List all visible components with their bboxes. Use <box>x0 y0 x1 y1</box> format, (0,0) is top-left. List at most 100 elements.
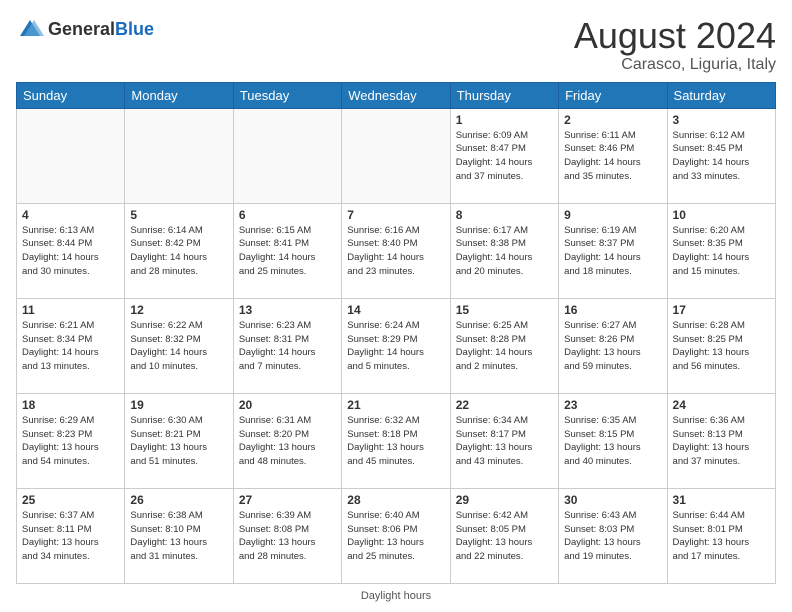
day-info: Sunrise: 6:15 AM Sunset: 8:41 PM Dayligh… <box>239 224 336 279</box>
day-info: Sunrise: 6:37 AM Sunset: 8:11 PM Dayligh… <box>22 509 119 564</box>
day-number: 27 <box>239 493 336 507</box>
col-header-friday: Friday <box>559 82 667 108</box>
col-header-saturday: Saturday <box>667 82 775 108</box>
day-info: Sunrise: 6:38 AM Sunset: 8:10 PM Dayligh… <box>130 509 227 564</box>
calendar-cell: 30 Sunrise: 6:43 AM Sunset: 8:03 PM Dayli… <box>559 488 667 583</box>
calendar-week-3: 18 Sunrise: 6:29 AM Sunset: 8:23 PM Dayli… <box>17 393 776 488</box>
day-number: 11 <box>22 303 119 317</box>
day-info: Sunrise: 6:36 AM Sunset: 8:13 PM Dayligh… <box>673 414 770 469</box>
day-number: 8 <box>456 208 553 222</box>
calendar-cell: 6Sunrise: 6:15 AM Sunset: 8:41 PM Daylig… <box>233 203 341 298</box>
calendar-cell: 27 Sunrise: 6:39 AM Sunset: 8:08 PM Dayli… <box>233 488 341 583</box>
day-info: Sunrise: 6:44 AM Sunset: 8:01 PM Dayligh… <box>673 509 770 564</box>
calendar-cell: 29 Sunrise: 6:42 AM Sunset: 8:05 PM Dayli… <box>450 488 558 583</box>
day-number: 10 <box>673 208 770 222</box>
day-number: 23 <box>564 398 661 412</box>
calendar-cell: 12 Sunrise: 6:22 AM Sunset: 8:32 PM Dayli… <box>125 298 233 393</box>
day-number: 21 <box>347 398 444 412</box>
calendar-cell: 2 Sunrise: 6:11 AM Sunset: 8:46 PM Daylig… <box>559 108 667 203</box>
day-number: 20 <box>239 398 336 412</box>
calendar-cell: 9Sunrise: 6:19 AM Sunset: 8:37 PM Daylig… <box>559 203 667 298</box>
subtitle: Carasco, Liguria, Italy <box>574 56 776 74</box>
calendar-cell: 17 Sunrise: 6:28 AM Sunset: 8:25 PM Dayli… <box>667 298 775 393</box>
day-info: Sunrise: 6:23 AM Sunset: 8:31 PM Dayligh… <box>239 319 336 374</box>
day-number: 25 <box>22 493 119 507</box>
logo-general: General <box>48 19 115 39</box>
calendar-cell: 20 Sunrise: 6:31 AM Sunset: 8:20 PM Dayli… <box>233 393 341 488</box>
day-info: Sunrise: 6:21 AM Sunset: 8:34 PM Dayligh… <box>22 319 119 374</box>
day-info: Sunrise: 6:24 AM Sunset: 8:29 PM Dayligh… <box>347 319 444 374</box>
main-title: August 2024 <box>574 16 776 56</box>
calendar-cell: 31 Sunrise: 6:44 AM Sunset: 8:01 PM Dayli… <box>667 488 775 583</box>
day-info: Sunrise: 6:34 AM Sunset: 8:17 PM Dayligh… <box>456 414 553 469</box>
day-info: Sunrise: 6:29 AM Sunset: 8:23 PM Dayligh… <box>22 414 119 469</box>
day-info: Sunrise: 6:42 AM Sunset: 8:05 PM Dayligh… <box>456 509 553 564</box>
header: GeneralBlue August 2024 Carasco, Liguria… <box>16 16 776 74</box>
day-info: Sunrise: 6:43 AM Sunset: 8:03 PM Dayligh… <box>564 509 661 564</box>
day-number: 2 <box>564 113 661 127</box>
calendar-cell: 10 Sunrise: 6:20 AM Sunset: 8:35 PM Dayli… <box>667 203 775 298</box>
day-info: Sunrise: 6:40 AM Sunset: 8:06 PM Dayligh… <box>347 509 444 564</box>
day-number: 12 <box>130 303 227 317</box>
calendar-cell: 21 Sunrise: 6:32 AM Sunset: 8:18 PM Dayli… <box>342 393 450 488</box>
day-number: 22 <box>456 398 553 412</box>
calendar-cell: 5Sunrise: 6:14 AM Sunset: 8:42 PM Daylig… <box>125 203 233 298</box>
calendar-cell: 25 Sunrise: 6:37 AM Sunset: 8:11 PM Dayli… <box>17 488 125 583</box>
day-info: Sunrise: 6:17 AM Sunset: 8:38 PM Dayligh… <box>456 224 553 279</box>
calendar-cell: 4Sunrise: 6:13 AM Sunset: 8:44 PM Daylig… <box>17 203 125 298</box>
day-number: 4 <box>22 208 119 222</box>
day-info: Sunrise: 6:28 AM Sunset: 8:25 PM Dayligh… <box>673 319 770 374</box>
calendar-cell: 18 Sunrise: 6:29 AM Sunset: 8:23 PM Dayli… <box>17 393 125 488</box>
day-info: Sunrise: 6:20 AM Sunset: 8:35 PM Dayligh… <box>673 224 770 279</box>
logo: GeneralBlue <box>16 16 154 44</box>
col-header-monday: Monday <box>125 82 233 108</box>
day-info: Sunrise: 6:27 AM Sunset: 8:26 PM Dayligh… <box>564 319 661 374</box>
calendar-cell: 3Sunrise: 6:12 AM Sunset: 8:45 PM Daylig… <box>667 108 775 203</box>
col-header-sunday: Sunday <box>17 82 125 108</box>
day-info: Sunrise: 6:25 AM Sunset: 8:28 PM Dayligh… <box>456 319 553 374</box>
calendar-cell <box>342 108 450 203</box>
day-number: 9 <box>564 208 661 222</box>
calendar-cell: 7Sunrise: 6:16 AM Sunset: 8:40 PM Daylig… <box>342 203 450 298</box>
calendar-cell: 1 Sunrise: 6:09 AM Sunset: 8:47 PM Daylig… <box>450 108 558 203</box>
day-info: Sunrise: 6:12 AM Sunset: 8:45 PM Dayligh… <box>673 129 770 184</box>
day-info: Sunrise: 6:35 AM Sunset: 8:15 PM Dayligh… <box>564 414 661 469</box>
calendar-cell: 24Sunrise: 6:36 AM Sunset: 8:13 PM Dayli… <box>667 393 775 488</box>
col-header-thursday: Thursday <box>450 82 558 108</box>
day-number: 30 <box>564 493 661 507</box>
day-number: 17 <box>673 303 770 317</box>
day-number: 29 <box>456 493 553 507</box>
day-info: Sunrise: 6:30 AM Sunset: 8:21 PM Dayligh… <box>130 414 227 469</box>
calendar-cell: 15Sunrise: 6:25 AM Sunset: 8:28 PM Dayli… <box>450 298 558 393</box>
logo-blue: Blue <box>115 19 154 39</box>
day-info: Sunrise: 6:09 AM Sunset: 8:47 PM Dayligh… <box>456 129 553 184</box>
day-number: 13 <box>239 303 336 317</box>
day-info: Sunrise: 6:31 AM Sunset: 8:20 PM Dayligh… <box>239 414 336 469</box>
calendar-week-0: 1 Sunrise: 6:09 AM Sunset: 8:47 PM Daylig… <box>17 108 776 203</box>
day-number: 31 <box>673 493 770 507</box>
logo-icon <box>16 16 44 44</box>
calendar-cell <box>233 108 341 203</box>
calendar-table: SundayMondayTuesdayWednesdayThursdayFrid… <box>16 82 776 584</box>
day-number: 16 <box>564 303 661 317</box>
day-number: 1 <box>456 113 553 127</box>
calendar-cell: 22 Sunrise: 6:34 AM Sunset: 8:17 PM Dayli… <box>450 393 558 488</box>
day-info: Sunrise: 6:32 AM Sunset: 8:18 PM Dayligh… <box>347 414 444 469</box>
calendar-week-2: 11 Sunrise: 6:21 AM Sunset: 8:34 PM Dayli… <box>17 298 776 393</box>
day-info: Sunrise: 6:22 AM Sunset: 8:32 PM Dayligh… <box>130 319 227 374</box>
daylight-label: Daylight hours <box>361 590 431 602</box>
day-info: Sunrise: 6:14 AM Sunset: 8:42 PM Dayligh… <box>130 224 227 279</box>
day-info: Sunrise: 6:16 AM Sunset: 8:40 PM Dayligh… <box>347 224 444 279</box>
day-info: Sunrise: 6:39 AM Sunset: 8:08 PM Dayligh… <box>239 509 336 564</box>
title-block: August 2024 Carasco, Liguria, Italy <box>574 16 776 74</box>
day-number: 14 <box>347 303 444 317</box>
day-info: Sunrise: 6:11 AM Sunset: 8:46 PM Dayligh… <box>564 129 661 184</box>
day-number: 28 <box>347 493 444 507</box>
day-number: 18 <box>22 398 119 412</box>
calendar-cell: 26 Sunrise: 6:38 AM Sunset: 8:10 PM Dayli… <box>125 488 233 583</box>
calendar-cell <box>125 108 233 203</box>
calendar-cell: 23 Sunrise: 6:35 AM Sunset: 8:15 PM Dayli… <box>559 393 667 488</box>
day-number: 26 <box>130 493 227 507</box>
day-number: 19 <box>130 398 227 412</box>
col-header-tuesday: Tuesday <box>233 82 341 108</box>
